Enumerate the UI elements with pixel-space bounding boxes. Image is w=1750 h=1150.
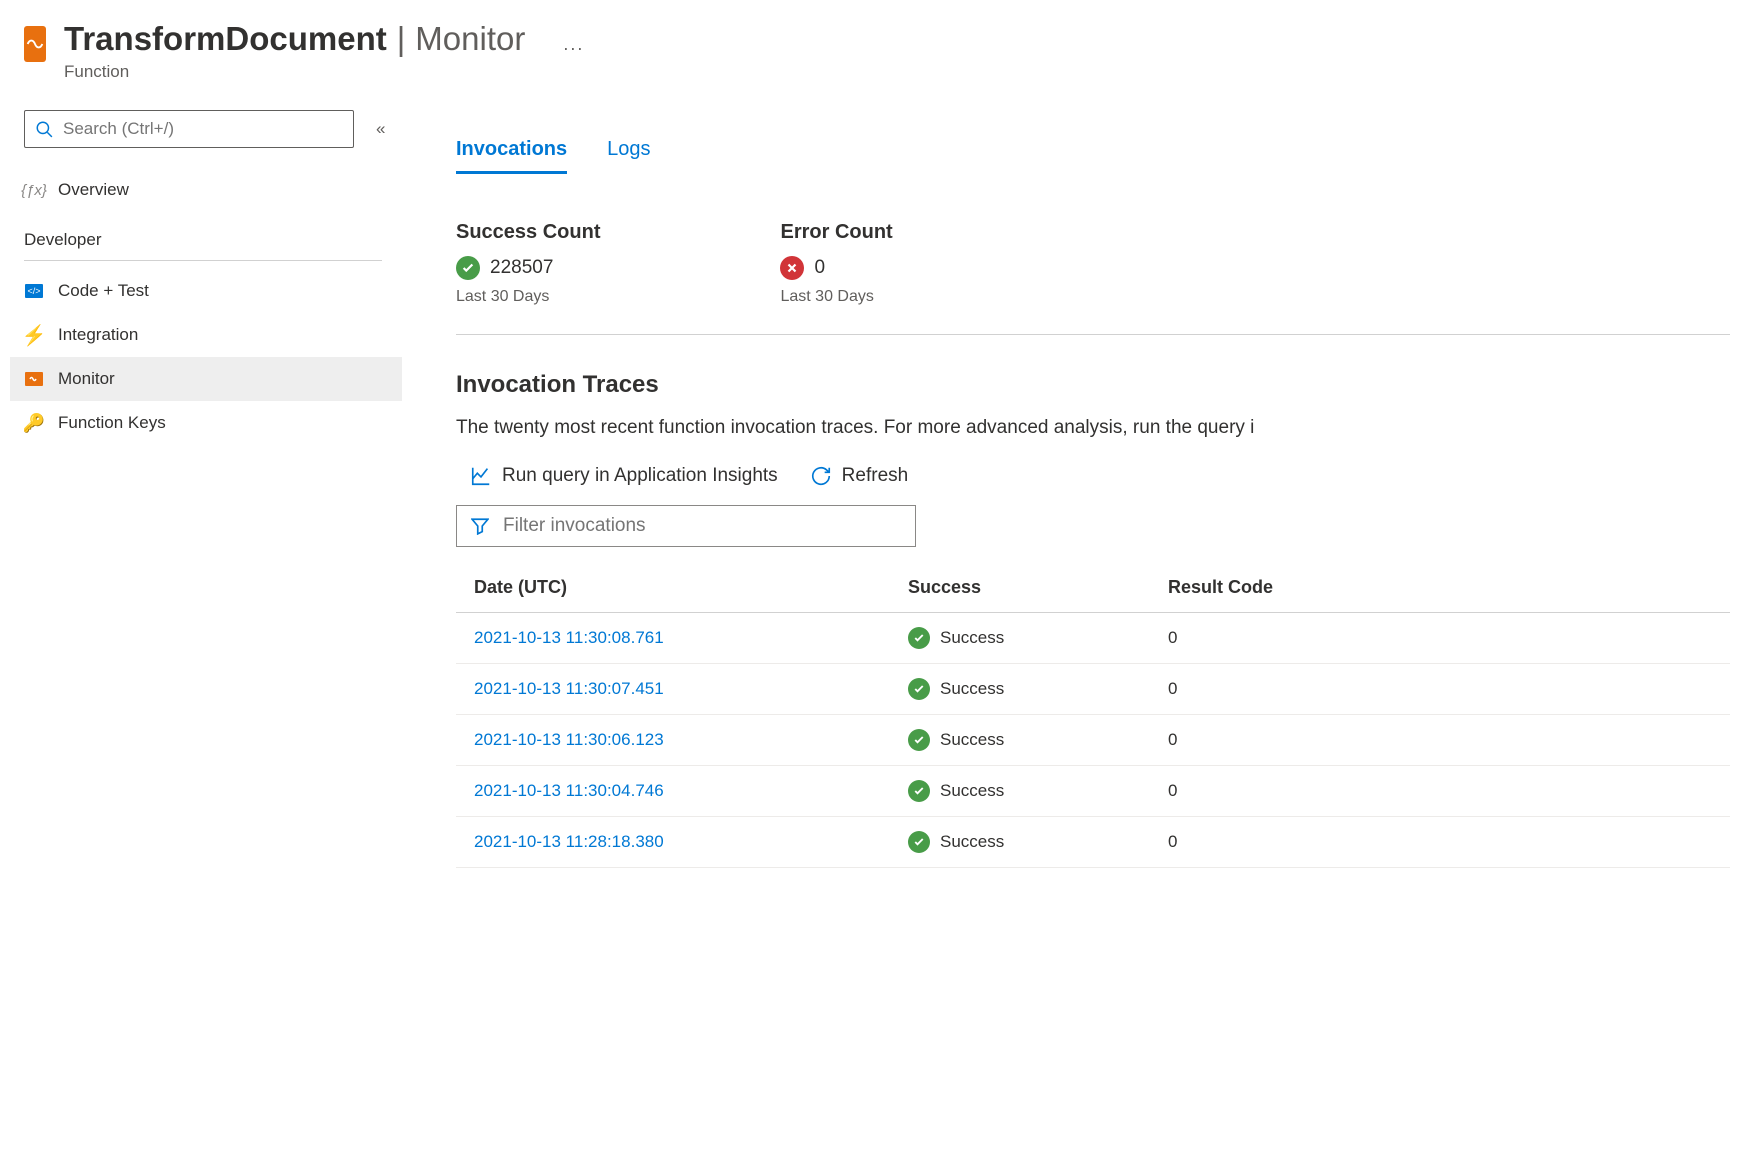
invocation-result-code: 0 [1168,628,1730,648]
developer-section-header: Developer [24,230,382,261]
success-count-value: 228507 [490,257,553,279]
header-result[interactable]: Result Code [1168,577,1730,598]
invocation-traces-heading: Invocation Traces [456,371,1750,399]
lightning-icon: ⚡ [24,325,44,345]
invocation-date-link[interactable]: 2021-10-13 11:30:06.123 [474,730,908,750]
table-row: 2021-10-13 11:30:08.761 Success 0 [456,613,1730,664]
page-header: TransformDocument | Monitor ... Function [24,20,408,82]
search-icon [35,120,53,138]
check-circle-icon [908,831,930,853]
check-circle-icon [456,256,480,280]
tab-logs[interactable]: Logs [607,138,650,173]
invocation-date-link[interactable]: 2021-10-13 11:30:07.451 [474,679,908,699]
table-row: 2021-10-13 11:30:07.451 Success 0 [456,664,1730,715]
invocation-date-link[interactable]: 2021-10-13 11:30:08.761 [474,628,908,648]
nav-label: Monitor [58,369,115,389]
key-icon: 🔑 [24,413,44,433]
status-text: Success [940,730,1004,750]
run-query-button[interactable]: Run query in Application Insights [470,465,778,487]
status-text: Success [940,679,1004,699]
check-circle-icon [908,729,930,751]
chart-line-icon [470,465,492,487]
invocation-traces-description: The twenty most recent function invocati… [456,417,1750,439]
success-count-block: Success Count 228507 Last 30 Days [456,221,600,306]
check-circle-icon [908,678,930,700]
x-circle-icon [780,256,804,280]
nav-monitor[interactable]: Monitor [10,357,402,401]
table-row: 2021-10-13 11:30:06.123 Success 0 [456,715,1730,766]
header-success[interactable]: Success [908,577,1168,598]
check-circle-icon [908,627,930,649]
invocation-result-code: 0 [1168,679,1730,699]
error-count-label: Error Count [780,221,892,244]
status-text: Success [940,832,1004,852]
success-period: Last 30 Days [456,288,600,306]
invocation-result-code: 0 [1168,781,1730,801]
status-text: Success [940,781,1004,801]
nav-label: Integration [58,325,138,345]
refresh-button[interactable]: Refresh [810,465,909,487]
invocation-status: Success [908,729,1168,751]
tab-invocations[interactable]: Invocations [456,138,567,173]
success-count-label: Success Count [456,221,600,244]
nav-label: Code + Test [58,281,149,301]
nav-integration[interactable]: ⚡ Integration [10,313,402,357]
invocation-date-link[interactable]: 2021-10-13 11:30:04.746 [474,781,908,801]
invocations-table: Date (UTC) Success Result Code 2021-10-1… [456,577,1730,868]
invocation-status: Success [908,678,1168,700]
error-period: Last 30 Days [780,288,892,306]
fx-icon: {ƒx} [24,180,44,200]
error-count-block: Error Count 0 Last 30 Days [780,221,892,306]
nav-code-test[interactable]: </> Code + Test [10,269,402,313]
monitor-icon [24,369,44,389]
filter-input[interactable] [503,515,901,537]
filter-invocations[interactable] [456,505,916,547]
invocation-result-code: 0 [1168,832,1730,852]
nav-label: Function Keys [58,413,166,433]
function-app-icon [24,26,46,62]
invocation-status: Success [908,627,1168,649]
invocation-date-link[interactable]: 2021-10-13 11:28:18.380 [474,832,908,852]
invocation-status: Success [908,780,1168,802]
nav-label: Overview [58,180,129,200]
header-date[interactable]: Date (UTC) [474,577,908,598]
nav-overview[interactable]: {ƒx} Overview [10,168,402,212]
action-label: Run query in Application Insights [502,465,778,487]
monitor-tabs: Invocations Logs [456,138,1750,173]
invocation-status: Success [908,831,1168,853]
sidebar-search[interactable] [24,110,354,148]
error-count-value: 0 [814,257,825,279]
page-title: TransformDocument [64,20,387,58]
collapse-sidebar-button[interactable]: « [376,119,385,139]
check-circle-icon [908,780,930,802]
nav-function-keys[interactable]: 🔑 Function Keys [10,401,402,445]
invocation-result-code: 0 [1168,730,1730,750]
status-text: Success [940,628,1004,648]
title-separator: | [397,20,406,58]
code-icon: </> [24,281,44,301]
action-label: Refresh [842,465,909,487]
table-row: 2021-10-13 11:28:18.380 Success 0 [456,817,1730,868]
refresh-icon [810,465,832,487]
table-row: 2021-10-13 11:30:04.746 Success 0 [456,766,1730,817]
filter-icon [471,517,489,535]
search-input[interactable] [63,119,343,139]
